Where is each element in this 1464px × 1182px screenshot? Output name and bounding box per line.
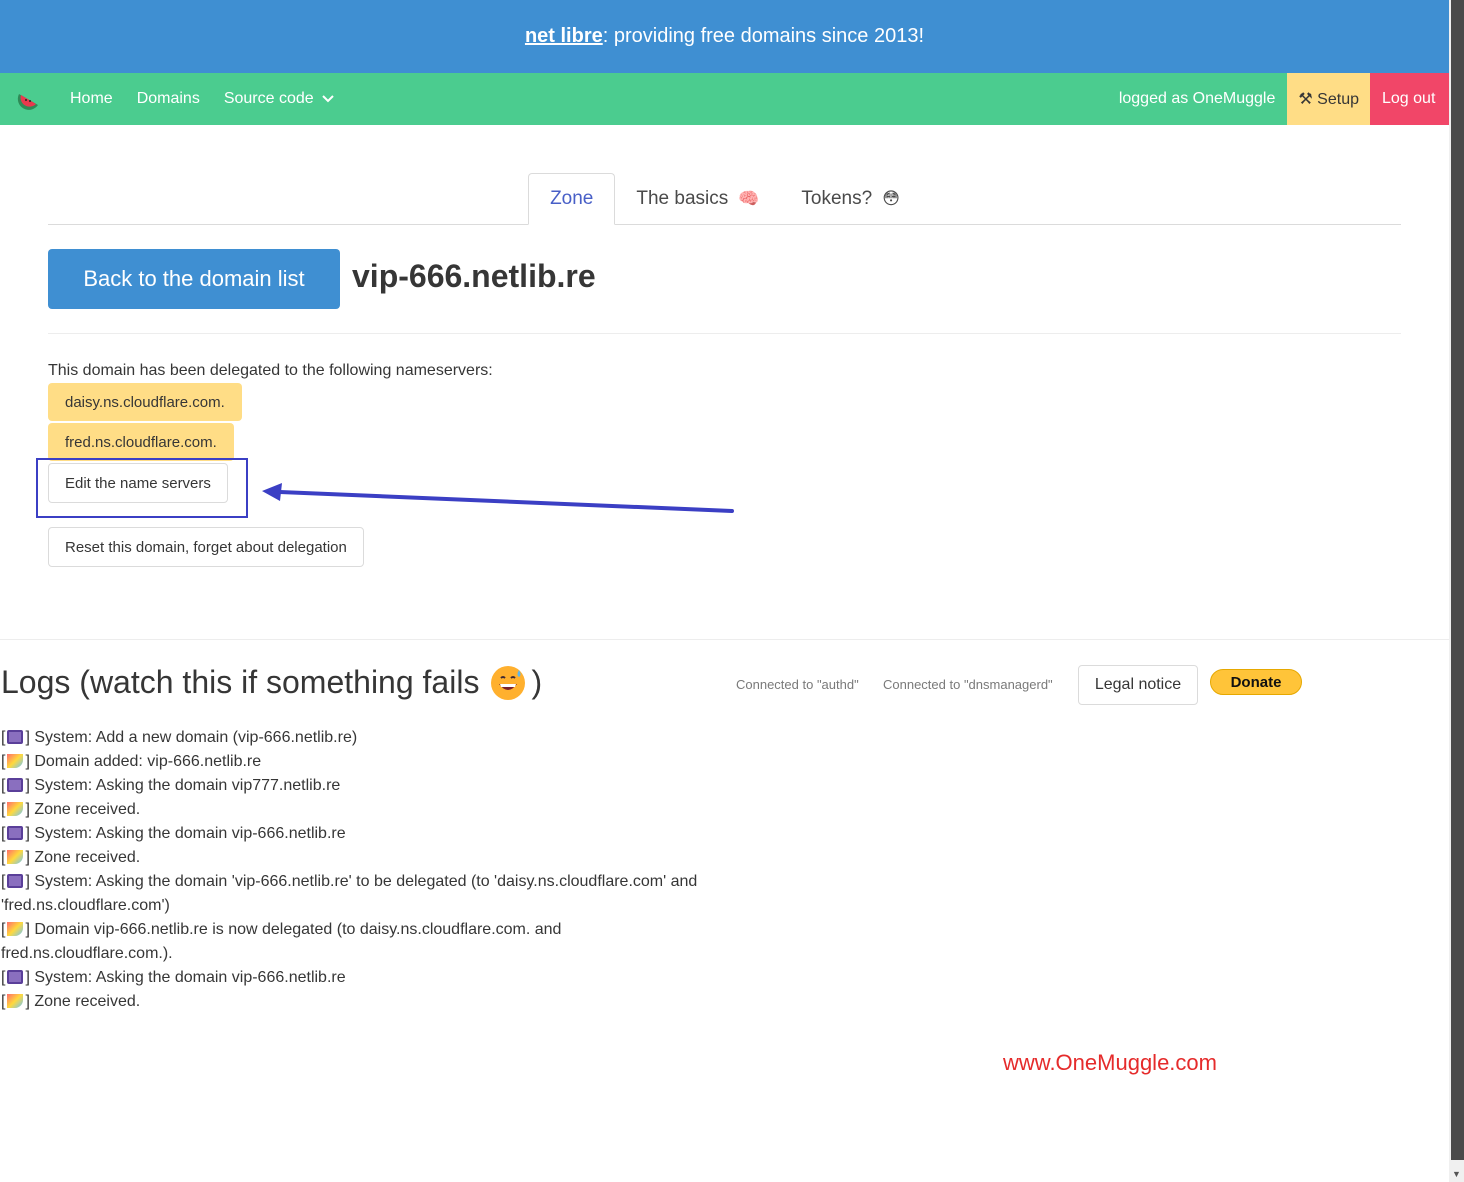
scrollbar-thumb[interactable] (1451, 0, 1464, 1160)
nav-right: logged as OneMuggle ⚒ Setup Log out (1107, 73, 1449, 125)
log-entry: [] System: Asking the domain vip-666.net… (1, 825, 346, 842)
nameserver-tag: daisy.ns.cloudflare.com. (48, 383, 242, 421)
tab-the-basics[interactable]: The basics 🧠 (615, 173, 780, 225)
scroll-down-arrow-icon[interactable]: ▼ (1449, 1166, 1464, 1182)
log-list: [] System: Add a new domain (vip-666.net… (1, 726, 721, 1014)
connection-status-authd: Connected to "authd" (736, 677, 859, 692)
party-popper-icon (7, 754, 24, 768)
navbar: Home Domains Source code logged as OneMu… (0, 73, 1449, 125)
tabs: Zone The basics 🧠 Tokens? 😳 (48, 173, 1401, 225)
tab-zone[interactable]: Zone (528, 173, 616, 225)
divider (48, 333, 1401, 334)
nav-home[interactable]: Home (58, 73, 125, 125)
log-entry: [] Domain added: vip-666.netlib.re (1, 753, 262, 770)
robot-icon (7, 730, 24, 744)
flushed-face-icon: 😳 (882, 189, 900, 208)
robot-icon (7, 874, 24, 888)
log-entry: [] Domain vip-666.netlib.re is now deleg… (1, 921, 562, 962)
party-popper-icon (7, 802, 24, 816)
log-entry: [] System: Asking the domain 'vip-666.ne… (1, 873, 698, 914)
annotation-highlight-box (36, 458, 248, 518)
log-entry: [] System: Asking the domain vip777.netl… (1, 777, 341, 794)
party-popper-icon (7, 994, 24, 1008)
log-entry: [] System: Asking the domain vip-666.net… (1, 969, 346, 986)
domain-title: vip-666.netlib.re (352, 258, 596, 294)
logout-button[interactable]: Log out (1370, 73, 1449, 125)
setup-button[interactable]: ⚒ Setup (1287, 73, 1370, 125)
connection-status-dnsmanagerd: Connected to "dnsmanagerd" (883, 677, 1053, 692)
nameserver-tag: fred.ns.cloudflare.com. (48, 423, 234, 461)
watermelon-icon[interactable] (16, 86, 42, 112)
top-banner: net libre : providing free domains since… (0, 0, 1449, 73)
party-popper-icon (7, 850, 24, 864)
tab-tokens[interactable]: Tokens? 😳 (780, 173, 921, 225)
party-popper-icon (7, 922, 24, 936)
log-entry: [] Zone received. (1, 801, 141, 818)
section-divider (0, 639, 1449, 640)
robot-icon (7, 826, 24, 840)
robot-icon (7, 778, 24, 792)
legal-notice-button[interactable]: Legal notice (1078, 665, 1198, 705)
annotation-arrow-icon (262, 483, 734, 513)
robot-icon (7, 970, 24, 984)
delegation-text: This domain has been delegated to the fo… (48, 362, 493, 379)
logs-title: Logs (watch this if something fails ) (1, 664, 543, 700)
nav-domains[interactable]: Domains (125, 73, 212, 125)
nav-source-code[interactable]: Source code (212, 73, 346, 125)
brain-icon: 🧠 (738, 189, 760, 208)
log-entry: [] System: Add a new domain (vip-666.net… (1, 729, 358, 746)
reset-domain-button[interactable]: Reset this domain, forget about delegati… (48, 527, 364, 567)
chevron-down-icon (321, 92, 334, 106)
donate-button[interactable]: Donate (1210, 669, 1302, 695)
back-to-domain-list-button[interactable]: Back to the domain list (48, 249, 340, 309)
brand-link[interactable]: net libre (525, 25, 603, 48)
banner-tagline: : providing free domains since 2013! (602, 25, 925, 47)
log-entry: [] Zone received. (1, 993, 141, 1010)
watermark-text: www.OneMuggle.com (1003, 1050, 1217, 1075)
log-entry: [] Zone received. (1, 849, 141, 866)
logged-user-text: logged as OneMuggle (1118, 90, 1276, 107)
grinning-sweat-face-icon (491, 665, 526, 700)
